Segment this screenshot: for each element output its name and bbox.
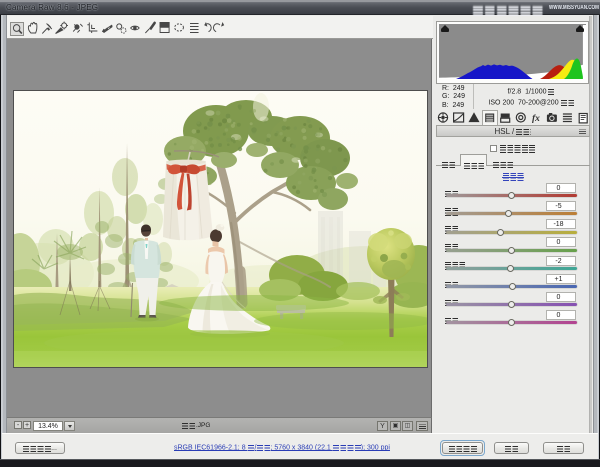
svg-text:fx: fx [532,114,540,124]
